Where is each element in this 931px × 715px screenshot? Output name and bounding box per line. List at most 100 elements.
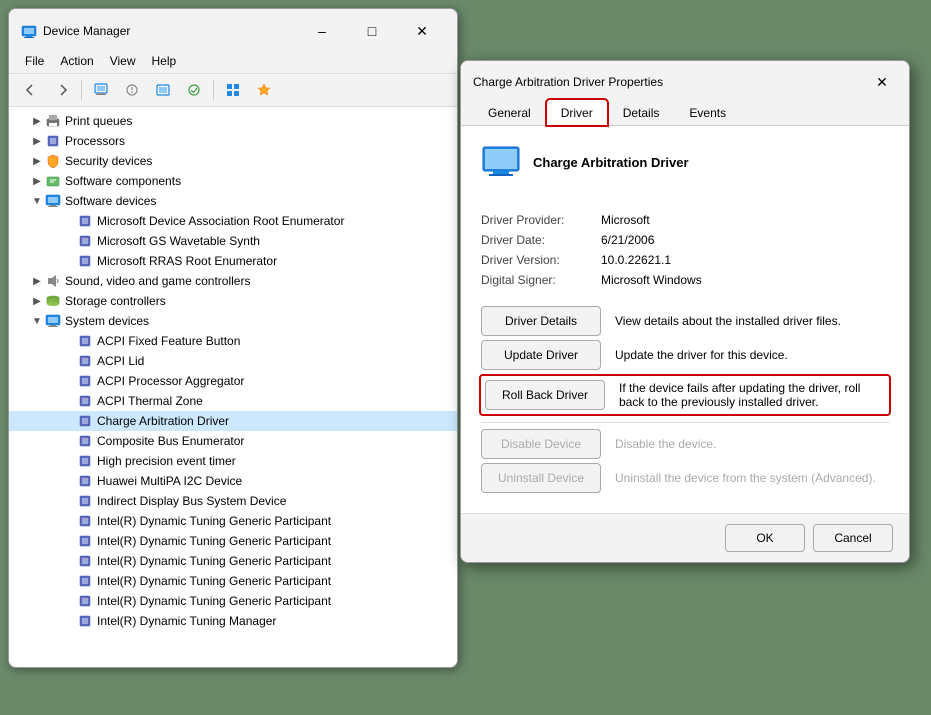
tree-item-print-queues[interactable]: ▶Print queues [9, 111, 457, 131]
tree-item-security-devices[interactable]: ▶ Security devices [9, 151, 457, 171]
action-btn-roll-back[interactable]: Roll Back Driver [485, 380, 605, 410]
tree-label-intel-dyn-mgr: Intel(R) Dynamic Tuning Manager [97, 614, 276, 628]
dialog-body: Charge Arbitration Driver Driver Provide… [461, 126, 909, 513]
close-button[interactable]: ✕ [399, 17, 445, 45]
tree-icon-high-precision [77, 453, 93, 469]
tree-icon-intel-dyn-1 [77, 513, 93, 529]
action-btn-driver-details[interactable]: Driver Details [481, 306, 601, 336]
tree-item-ms-device-assoc[interactable]: Microsoft Device Association Root Enumer… [9, 211, 457, 231]
tree-label-intel-dyn-5: Intel(R) Dynamic Tuning Generic Particip… [97, 594, 331, 608]
toolbar-btn-3[interactable] [149, 77, 177, 103]
tree-label-security-devices: Security devices [65, 154, 152, 168]
tree-toggle-software-components[interactable]: ▶ [29, 173, 45, 189]
tree-item-intel-dyn-2[interactable]: Intel(R) Dynamic Tuning Generic Particip… [9, 531, 457, 551]
tree-toggle-system-devices[interactable]: ▼ [29, 313, 45, 329]
tree-toggle-intel-dyn-2 [61, 533, 77, 549]
cancel-button[interactable]: Cancel [813, 524, 893, 552]
forward-button[interactable] [48, 77, 76, 103]
toolbar-btn-1[interactable] [87, 77, 115, 103]
minimize-button[interactable]: – [299, 17, 345, 45]
app-icon [21, 23, 37, 39]
tree-item-processors[interactable]: ▶Processors [9, 131, 457, 151]
tree-item-indirect-display[interactable]: Indirect Display Bus System Device [9, 491, 457, 511]
tree-label-system-devices: System devices [65, 314, 149, 328]
tree-item-sound-video[interactable]: ▶Sound, video and game controllers [9, 271, 457, 291]
back-button[interactable] [17, 77, 45, 103]
tab-driver[interactable]: Driver [546, 99, 608, 126]
tree-item-acpi-proc-agg[interactable]: ACPI Processor Aggregator [9, 371, 457, 391]
tree-toggle-intel-dyn-4 [61, 573, 77, 589]
tree-icon-print-queues [45, 113, 61, 129]
tab-events[interactable]: Events [674, 99, 741, 126]
tree-toggle-security-devices[interactable]: ▶ [29, 153, 45, 169]
tree-item-acpi-lid[interactable]: ACPI Lid [9, 351, 457, 371]
tree-item-software-devices[interactable]: ▼Software devices [9, 191, 457, 211]
tree-icon-composite-bus [77, 433, 93, 449]
provider-value: Microsoft [601, 210, 889, 230]
dialog-title: Charge Arbitration Driver Properties [473, 75, 663, 89]
date-label: Driver Date: [481, 230, 601, 250]
tree-item-intel-dyn-4[interactable]: Intel(R) Dynamic Tuning Generic Particip… [9, 571, 457, 591]
toolbar-btn-2[interactable] [118, 77, 146, 103]
tree-item-acpi-thermal[interactable]: ACPI Thermal Zone [9, 391, 457, 411]
ok-button[interactable]: OK [725, 524, 805, 552]
menu-action[interactable]: Action [52, 51, 101, 71]
tree-toggle-storage-controllers[interactable]: ▶ [29, 293, 45, 309]
tree-item-high-precision[interactable]: High precision event timer [9, 451, 457, 471]
menu-help[interactable]: Help [144, 51, 185, 71]
tree-item-huawei-multiPA[interactable]: Huawei MultiPA I2C Device [9, 471, 457, 491]
title-bar-left: Device Manager [21, 23, 130, 39]
tree-toggle-sound-video[interactable]: ▶ [29, 273, 45, 289]
tree-item-storage-controllers[interactable]: ▶Storage controllers [9, 291, 457, 311]
tree-item-composite-bus[interactable]: Composite Bus Enumerator [9, 431, 457, 451]
tree-item-intel-dyn-5[interactable]: Intel(R) Dynamic Tuning Generic Particip… [9, 591, 457, 611]
action-desc-uninstall-device: Uninstall the device from the system (Ad… [615, 471, 889, 485]
signer-value: Microsoft Windows [601, 270, 889, 290]
action-row-highlighted-roll-back: Roll Back Driver If the device fails aft… [479, 374, 891, 416]
toolbar-btn-5[interactable] [219, 77, 247, 103]
tab-details[interactable]: Details [608, 99, 675, 126]
tree-toggle-software-devices[interactable]: ▼ [29, 193, 45, 209]
dialog-close-button[interactable]: ✕ [867, 69, 897, 95]
tree-toggle-acpi-fixed [61, 333, 77, 349]
tree-label-software-components: Software components [65, 174, 181, 188]
action-btn-update-driver[interactable]: Update Driver [481, 340, 601, 370]
tree-toggle-indirect-display [61, 493, 77, 509]
tree-toggle-print-queues[interactable]: ▶ [29, 113, 45, 129]
version-row: Driver Version: 10.0.22621.1 [481, 250, 889, 270]
toolbar-btn-6[interactable] [250, 77, 278, 103]
tree-toggle-processors[interactable]: ▶ [29, 133, 45, 149]
tree-label-intel-dyn-1: Intel(R) Dynamic Tuning Generic Particip… [97, 514, 331, 528]
action-btn-disable-device: Disable Device [481, 429, 601, 459]
action-row-update-driver: Update Driver Update the driver for this… [481, 340, 889, 370]
tab-general[interactable]: General [473, 99, 546, 126]
tree-item-acpi-fixed[interactable]: ACPI Fixed Feature Button [9, 331, 457, 351]
tree-icon-acpi-proc-agg [77, 373, 93, 389]
tree-icon-processors [45, 133, 61, 149]
version-label: Driver Version: [481, 250, 601, 270]
menu-bar: File Action View Help [9, 49, 457, 74]
actions-container: Driver Details View details about the in… [481, 306, 889, 493]
action-desc-roll-back: If the device fails after updating the d… [619, 381, 885, 409]
toolbar-sep-1 [81, 80, 82, 100]
tree-item-intel-dyn-1[interactable]: Intel(R) Dynamic Tuning Generic Particip… [9, 511, 457, 531]
tree-toggle-acpi-thermal [61, 393, 77, 409]
toolbar-btn-4[interactable] [180, 77, 208, 103]
date-value: 6/21/2006 [601, 230, 889, 250]
menu-file[interactable]: File [17, 51, 52, 71]
tree-item-software-components[interactable]: ▶ Software components [9, 171, 457, 191]
tree-item-intel-dyn-3[interactable]: Intel(R) Dynamic Tuning Generic Particip… [9, 551, 457, 571]
tree-pane[interactable]: ▶Print queues▶Processors▶Security device… [9, 107, 457, 667]
tree-item-ms-gs-wavetable[interactable]: Microsoft GS Wavetable Synth [9, 231, 457, 251]
tree-item-charge-arb[interactable]: Charge Arbitration Driver [9, 411, 457, 431]
maximize-button[interactable]: □ [349, 17, 395, 45]
menu-view[interactable]: View [102, 51, 144, 71]
tree-icon-acpi-fixed [77, 333, 93, 349]
tree-toggle-intel-dyn-3 [61, 553, 77, 569]
tree-item-intel-dyn-mgr[interactable]: Intel(R) Dynamic Tuning Manager [9, 611, 457, 631]
tree-item-system-devices[interactable]: ▼ System devices [9, 311, 457, 331]
tree-icon-huawei-multiPA [77, 473, 93, 489]
tree-label-acpi-thermal: ACPI Thermal Zone [97, 394, 203, 408]
tree-icon-system-devices [45, 313, 61, 329]
tree-item-ms-rras-root[interactable]: Microsoft RRAS Root Enumerator [9, 251, 457, 271]
